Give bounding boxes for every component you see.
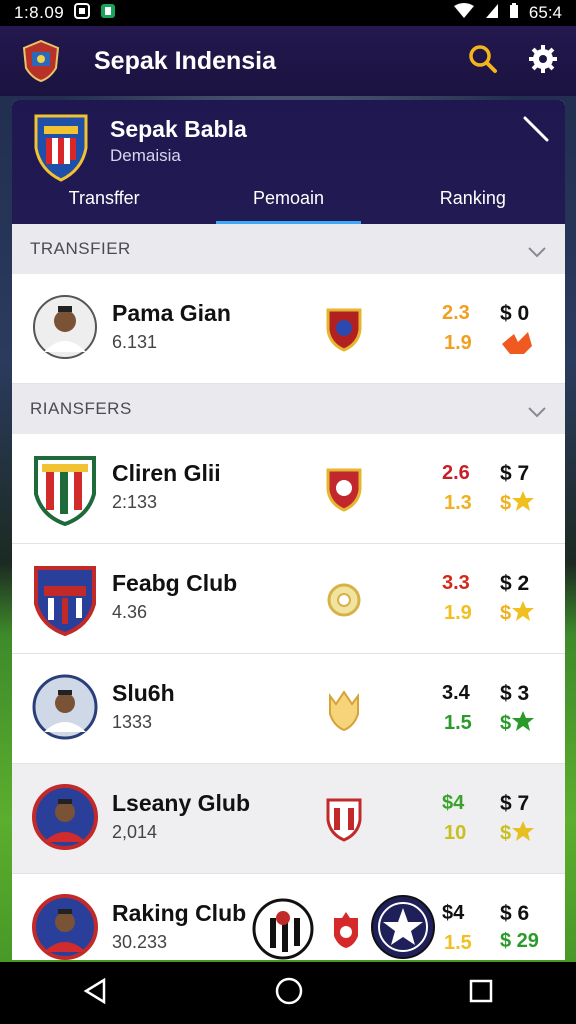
player-avatar <box>32 784 98 850</box>
stat-secondary: 1.3 <box>444 492 472 514</box>
stat-secondary: 1.5 <box>444 932 472 954</box>
app-title: Sepak Indensia <box>94 46 277 75</box>
price-secondary: $ <box>500 710 535 738</box>
price-secondary-text: $ <box>500 492 512 515</box>
price-secondary: $ <box>500 820 535 848</box>
item-code: 4.36 <box>112 602 148 622</box>
chevron-down-icon <box>527 243 547 258</box>
status-time: 1:8.09 <box>14 3 65 22</box>
star-icon <box>511 710 535 738</box>
system-nav-bar <box>0 962 576 1024</box>
club-badge-icon <box>324 576 364 622</box>
price-primary: $ 3 <box>500 682 530 705</box>
battery-icon <box>509 2 519 24</box>
club-title: Sepak Babla <box>110 116 247 142</box>
stat-secondary: 1.9 <box>444 332 472 354</box>
price-primary: $ 0 <box>500 302 530 325</box>
item-name: Raking Club <box>112 900 247 926</box>
stat-secondary: 1.5 <box>444 712 472 734</box>
club-badge-icon <box>328 910 364 950</box>
item-name: Cliren Glii <box>112 460 221 486</box>
price-secondary: $ <box>500 490 535 518</box>
club-header: Sepak Babla Demaisia Transffer Pemoain R… <box>12 100 565 224</box>
item-name: Slu6h <box>112 680 175 706</box>
edit-icon[interactable] <box>521 114 551 144</box>
status-bar: 1:8.09 65:4 <box>0 0 576 26</box>
stat-primary: 2.3 <box>442 302 470 324</box>
star-crest-icon <box>370 894 436 960</box>
stat-secondary: 10 <box>444 822 467 844</box>
tab-transfer[interactable]: Transffer <box>12 172 196 224</box>
club-badge-icon <box>324 796 364 842</box>
section-header-transfer[interactable]: TRANSFIER <box>12 224 565 274</box>
club-crest-icon <box>252 898 314 960</box>
club-badge-icon <box>324 306 364 352</box>
price-primary: $ 6 <box>500 902 530 925</box>
club-crest-icon <box>32 454 98 527</box>
stat-primary: $4 <box>442 902 465 924</box>
recents-icon[interactable] <box>468 978 494 1009</box>
section-title: RIANSFERS <box>30 399 132 418</box>
search-icon[interactable] <box>468 44 498 79</box>
stat-primary: 3.4 <box>442 682 470 704</box>
tab-bar: Transffer Pemoain Ranking <box>12 172 565 224</box>
player-avatar <box>32 294 98 360</box>
item-name: Lseany Glub <box>112 790 251 816</box>
section-header-transfers[interactable]: RIANSFERS <box>12 384 565 434</box>
price-secondary-text: $ <box>500 712 512 735</box>
price-secondary: $ <box>500 600 535 628</box>
item-code: 6.131 <box>112 332 158 352</box>
stat-primary: $4 <box>442 792 465 814</box>
price-primary: $ 7 <box>500 462 530 485</box>
price-secondary-text: $ <box>500 602 512 625</box>
item-name: Feabg Club <box>112 570 238 596</box>
player-avatar <box>32 674 98 740</box>
item-code: 2,014 <box>112 822 158 842</box>
item-name: Pama Gian <box>112 300 231 326</box>
item-code: 2:133 <box>112 492 158 512</box>
price-secondary <box>500 330 534 362</box>
app-notification-icon <box>100 3 116 24</box>
price-secondary-text: $ <box>500 822 512 845</box>
club-subtitle: Demaisia <box>110 146 181 165</box>
wifi-icon <box>453 2 475 24</box>
club-badge-icon <box>324 686 364 732</box>
tab-pemain[interactable]: Pemoain <box>196 172 380 224</box>
app-bar: Sepak Indensia <box>0 26 576 96</box>
player-avatar <box>32 894 98 960</box>
settings-gear-icon[interactable] <box>528 44 558 79</box>
chevron-down-icon <box>527 403 547 418</box>
list-item[interactable]: Raking Club 30.233 $4 1.5 $ 6 $ 29 <box>12 874 565 960</box>
section-title: TRANSFIER <box>30 239 131 258</box>
price-primary: $ 7 <box>500 792 530 815</box>
star-icon <box>511 820 535 848</box>
star-icon <box>511 600 535 628</box>
home-icon[interactable] <box>274 976 304 1011</box>
list-item[interactable]: Cliren Glii 2:133 2.6 1.3 $ 7 $ <box>12 434 565 544</box>
list-item[interactable]: Lseany Glub 2,014 $4 10 $ 7 $ <box>12 764 565 874</box>
price-secondary: $ 29 <box>500 930 539 952</box>
item-code: 30.233 <box>112 932 168 952</box>
stat-primary: 3.3 <box>442 572 470 594</box>
notification-icon <box>74 2 91 24</box>
list-item[interactable]: Slu6h 1333 3.4 1.5 $ 3 $ <box>12 654 565 764</box>
list-item[interactable]: Feabg Club 4.36 3.3 1.9 $ 2 $ <box>12 544 565 654</box>
club-badge-icon <box>324 466 364 512</box>
price-primary: $ 2 <box>500 572 530 595</box>
back-icon[interactable] <box>82 977 110 1010</box>
stat-primary: 2.6 <box>442 462 470 484</box>
list-item[interactable]: Pama Gian 6.131 2.3 1.9 $ 0 <box>12 274 565 384</box>
flame-icon <box>500 330 534 362</box>
app-logo-icon <box>18 38 64 84</box>
stat-secondary: 1.9 <box>444 602 472 624</box>
main-card: Sepak Babla Demaisia Transffer Pemoain R… <box>12 100 565 960</box>
signal-icon <box>485 3 499 24</box>
star-icon <box>511 490 535 518</box>
tab-ranking[interactable]: Ranking <box>381 172 565 224</box>
club-crest-icon <box>32 564 98 637</box>
item-code: 1333 <box>112 712 153 732</box>
battery-text: 65:4 <box>528 3 562 22</box>
